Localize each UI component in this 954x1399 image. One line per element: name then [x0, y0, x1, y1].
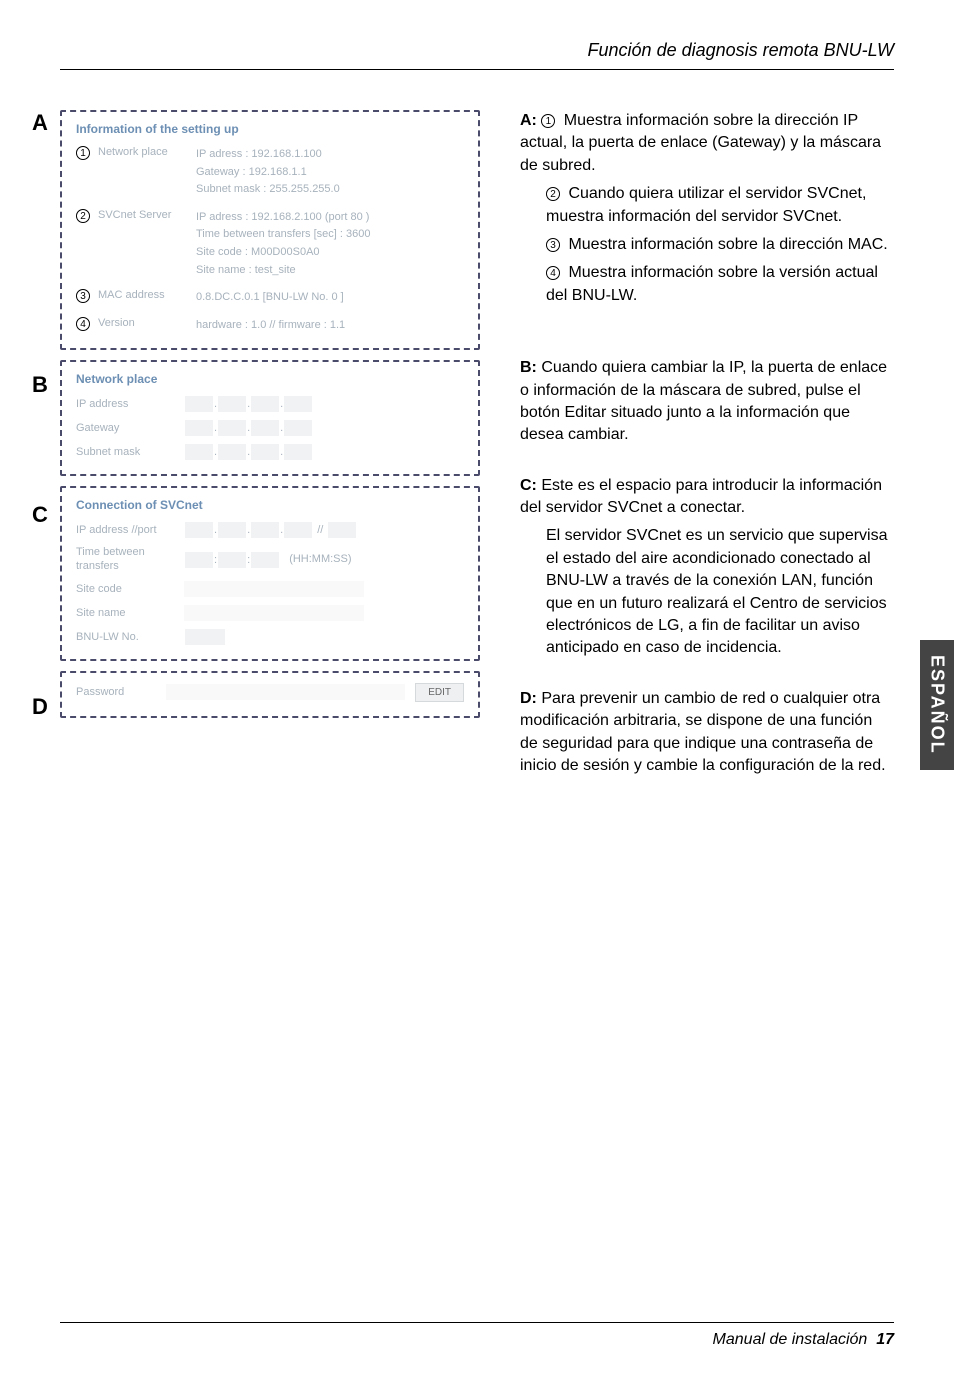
sn-octet-input[interactable]: [284, 444, 312, 460]
desc-a-1: Muestra información sobre la dirección I…: [520, 112, 881, 174]
ipport-input-group: ...//: [184, 522, 357, 538]
panel-a-title: Information of the setting up: [76, 122, 464, 136]
lbl-timebetween: Time between transfers: [76, 546, 176, 572]
ip-octet-input[interactable]: [284, 396, 312, 412]
svc-l3: Site code : M00D00S0A0: [196, 244, 464, 262]
lbl-ipaddress: IP address: [76, 398, 176, 410]
right-column: A: 1 Muestra información sobre la direcc…: [520, 110, 894, 805]
panel-c-title: Connection of SVCnet: [76, 498, 464, 512]
svc-octet-input[interactable]: [251, 522, 279, 538]
val-ip: IP adress : 192.168.1.100: [196, 146, 464, 164]
sitecode-input[interactable]: [184, 581, 364, 597]
val-version: hardware : 1.0 // firmware : 1.1: [196, 317, 464, 335]
time-input-group: :: (HH:MM:SS): [184, 552, 352, 568]
circle-4-icon: 4: [76, 317, 90, 331]
left-column: A Information of the setting up 1 Networ…: [60, 110, 480, 805]
time-suffix: (HH:MM:SS): [289, 553, 351, 565]
panel-svcnet-connection: Connection of SVCnet IP address //port .…: [60, 486, 480, 660]
desc-b: B: Cuando quiera cambiar la IP, la puert…: [520, 357, 894, 447]
circle-3-icon: 3: [76, 289, 90, 303]
lead-d: D:: [520, 690, 537, 707]
label-network-place: Network place: [98, 146, 188, 158]
sn-octet-input[interactable]: [251, 444, 279, 460]
gw-octet-input[interactable]: [251, 420, 279, 436]
circle-1-icon: 1: [76, 146, 90, 160]
sn-octet-input[interactable]: [218, 444, 246, 460]
lead-c: C:: [520, 477, 537, 494]
password-input[interactable]: [166, 684, 405, 700]
letter-c: C: [32, 502, 48, 528]
page-footer: Manual de instalación 17: [60, 1322, 894, 1349]
lead-a: A:: [520, 112, 537, 129]
page-header-title: Función de diagnosis remota BNU-LW: [60, 40, 894, 61]
letter-a: A: [32, 110, 48, 136]
svc-octet-input[interactable]: [218, 522, 246, 538]
label-svcnet: SVCnet Server: [98, 209, 188, 221]
sn-octet-input[interactable]: [185, 444, 213, 460]
lbl-gateway: Gateway: [76, 422, 176, 434]
desc-a-3: Muestra información sobre la dirección M…: [568, 236, 887, 253]
subnet-input-group: ...: [184, 444, 313, 460]
inline-circle-3-icon: 3: [546, 238, 560, 252]
lbl-sitename: Site name: [76, 607, 176, 619]
ip-octet-input[interactable]: [185, 396, 213, 412]
ip-octet-input[interactable]: [218, 396, 246, 412]
inline-circle-2-icon: 2: [546, 187, 560, 201]
lbl-bnulwno: BNU-LW No.: [76, 631, 176, 643]
edit-button[interactable]: EDIT: [415, 683, 464, 702]
hh-input[interactable]: [185, 552, 213, 568]
svc-l2: Time between transfers [sec] : 3600: [196, 226, 464, 244]
svc-l4: Site name : test_site: [196, 262, 464, 280]
inline-circle-4-icon: 4: [546, 266, 560, 280]
desc-c: C: Este es el espacio para introducir la…: [520, 475, 894, 660]
val-mac: 0.8.DC.C.0.1 [BNU-LW No. 0 ]: [196, 289, 464, 307]
footer-text: Manual de instalación: [713, 1331, 868, 1348]
label-mac: MAC address: [98, 289, 188, 301]
desc-d-text: Para prevenir un cambio de red o cualqui…: [520, 690, 886, 774]
language-tab: ESPAÑOL: [920, 640, 954, 770]
val-gateway: Gateway : 192.168.1.1: [196, 164, 464, 182]
desc-d: D: Para prevenir un cambio de red o cual…: [520, 688, 894, 778]
gateway-input-group: ...: [184, 420, 313, 436]
svc-l1: IP adress : 192.168.2.100 (port 80 ): [196, 209, 464, 227]
panel-network-place: Network place IP address ... Gateway ...…: [60, 360, 480, 476]
ip-octet-input[interactable]: [251, 396, 279, 412]
desc-a-4: Muestra información sobre la versión act…: [546, 264, 878, 303]
header-rule: [60, 69, 894, 70]
circle-2-icon: 2: [76, 209, 90, 223]
ip-input-group: ...: [184, 396, 313, 412]
desc-c-text1: Este es el espacio para introducir la in…: [520, 477, 882, 516]
panel-b-title: Network place: [76, 372, 464, 386]
desc-b-text: Cuando quiera cambiar la IP, la puerta d…: [520, 359, 887, 443]
bnulwno-input[interactable]: [185, 629, 225, 645]
lbl-password: Password: [76, 686, 156, 698]
lead-b: B:: [520, 359, 537, 376]
letter-b: B: [32, 372, 48, 398]
desc-c-text2: El servidor SVCnet es un servicio que su…: [520, 525, 894, 659]
panel-password: Password EDIT: [60, 671, 480, 718]
gw-octet-input[interactable]: [218, 420, 246, 436]
lbl-subnet: Subnet mask: [76, 446, 176, 458]
svc-octet-input[interactable]: [284, 522, 312, 538]
val-subnet: Subnet mask : 255.255.255.0: [196, 181, 464, 199]
label-version: Version: [98, 317, 188, 329]
ss-input[interactable]: [251, 552, 279, 568]
panel-information: Information of the setting up 1 Network …: [60, 110, 480, 350]
lbl-sitecode: Site code: [76, 583, 176, 595]
inline-circle-1-icon: 1: [541, 114, 555, 128]
sitename-input[interactable]: [184, 605, 364, 621]
desc-a-2: Cuando quiera utilizar el servidor SVCne…: [546, 185, 866, 224]
letter-d: D: [32, 694, 48, 720]
desc-a: A: 1 Muestra información sobre la direcc…: [520, 110, 894, 307]
gw-octet-input[interactable]: [284, 420, 312, 436]
gw-octet-input[interactable]: [185, 420, 213, 436]
mm-input[interactable]: [218, 552, 246, 568]
lbl-ipport: IP address //port: [76, 524, 176, 536]
svc-port-input[interactable]: [328, 522, 356, 538]
svc-octet-input[interactable]: [185, 522, 213, 538]
page-number: 17: [876, 1331, 894, 1348]
